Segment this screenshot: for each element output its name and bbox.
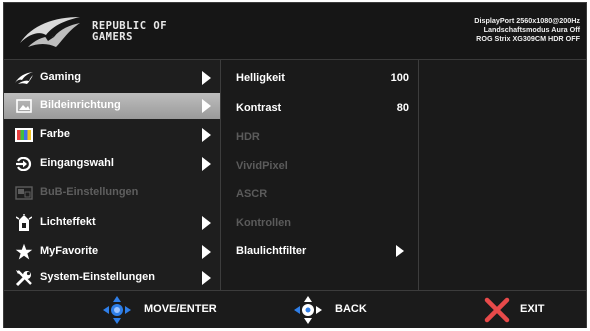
chevron-right-icon [202,245,211,259]
osd-window: REPUBLIC OF GAMERS DisplayPort 2560x1080… [3,2,587,328]
exit-button[interactable]: EXIT [484,291,574,328]
chevron-right-icon [202,157,211,171]
submenu-item-hdr[interactable]: HDR [221,124,419,150]
input-icon [14,154,34,174]
menu-item-label: System-Einstellungen [40,271,155,283]
menu-item-eingangswahl[interactable]: Eingangswahl [4,151,220,177]
chevron-right-icon [202,128,211,142]
dpad-icon [103,296,131,324]
submenu-item-label: VividPixel [236,160,288,172]
back-label: BACK [335,303,367,315]
submenu-item-label: Blaulichtfilter [236,245,307,257]
menu-item-bildeinrichtung[interactable]: Bildeinrichtung [4,93,220,119]
submenu-item-label: Kontrollen [236,217,291,229]
submenu-item-blaulichtfilter[interactable]: Blaulichtfilter [221,238,419,264]
submenu-item-label: Helligkeit [236,72,285,84]
menu-item-label: Bildeinrichtung [40,99,121,111]
info-line-model: ROG Strix XG309CM HDR OFF [476,34,580,43]
osd-footer: MOVE/ENTER BACK EXIT [4,290,586,328]
submenu: Helligkeit 100 Kontrast 80 HDR VividPixe… [220,60,418,290]
star-icon [14,242,34,262]
main-menu: Gaming Bildeinrichtung Farbe Eingangswah… [4,60,220,290]
submenu-item-kontrast[interactable]: Kontrast 80 [221,95,419,121]
submenu-item-value: 100 [390,72,409,84]
pip-icon [14,183,34,203]
info-line-signal: DisplayPort 2560x1080@200Hz [474,16,580,25]
submenu-item-value: 80 [396,102,409,114]
back-button[interactable]: BACK [293,291,383,328]
submenu-item-helligkeit[interactable]: Helligkeit 100 [221,65,419,91]
back-dpad-icon [294,296,322,324]
menu-item-farbe[interactable]: Farbe [4,122,220,148]
chevron-right-icon [202,271,211,285]
info-line-mode: Landschaftsmodus Aura Off [483,25,580,34]
submenu-item-label: Kontrast [236,102,282,114]
menu-item-lichteffekt[interactable]: Lichteffekt [4,210,220,236]
close-icon [484,297,510,323]
menu-item-bub-einstellungen[interactable]: BuB-Einstellungen [4,180,220,206]
chevron-right-icon [396,245,404,257]
exit-label: EXIT [520,303,545,315]
move-enter-button[interactable]: MOVE/ENTER [102,291,232,328]
brand-line-2: GAMERS [92,31,133,43]
chevron-right-icon [202,99,211,113]
color-bars-icon [14,125,34,145]
menu-item-myfavorite[interactable]: MyFavorite [4,239,220,265]
osd-header: REPUBLIC OF GAMERS DisplayPort 2560x1080… [4,3,586,60]
menu-area: Gaming Bildeinrichtung Farbe Eingangswah… [4,60,586,290]
submenu-item-kontrollen[interactable]: Kontrollen [221,210,419,236]
image-icon [14,96,34,116]
move-enter-label: MOVE/ENTER [144,303,217,315]
light-effect-icon [14,213,34,233]
menu-item-gaming[interactable]: Gaming [4,65,220,91]
brand-text: REPUBLIC OF GAMERS [92,21,167,43]
menu-item-label: Lichteffekt [40,216,96,228]
value-panel [418,60,586,290]
submenu-item-vividpixel[interactable]: VividPixel [221,153,419,179]
rog-eye-icon [14,68,34,88]
tools-icon [14,268,34,288]
submenu-item-label: HDR [236,131,260,143]
submenu-item-ascr[interactable]: ASCR [221,181,419,207]
chevron-right-icon [202,71,211,85]
rog-logo-icon [20,17,80,47]
chevron-right-icon [202,216,211,230]
menu-item-system-einstellungen[interactable]: System-Einstellungen [4,265,220,291]
menu-item-label: MyFavorite [40,245,99,257]
menu-item-label: Farbe [40,128,70,140]
submenu-item-label: ASCR [236,188,268,200]
menu-item-label: Eingangswahl [40,157,114,169]
status-info: DisplayPort 2560x1080@200Hz Landschaftsm… [474,16,580,43]
menu-item-label: Gaming [40,71,81,83]
menu-item-label: BuB-Einstellungen [40,186,139,198]
